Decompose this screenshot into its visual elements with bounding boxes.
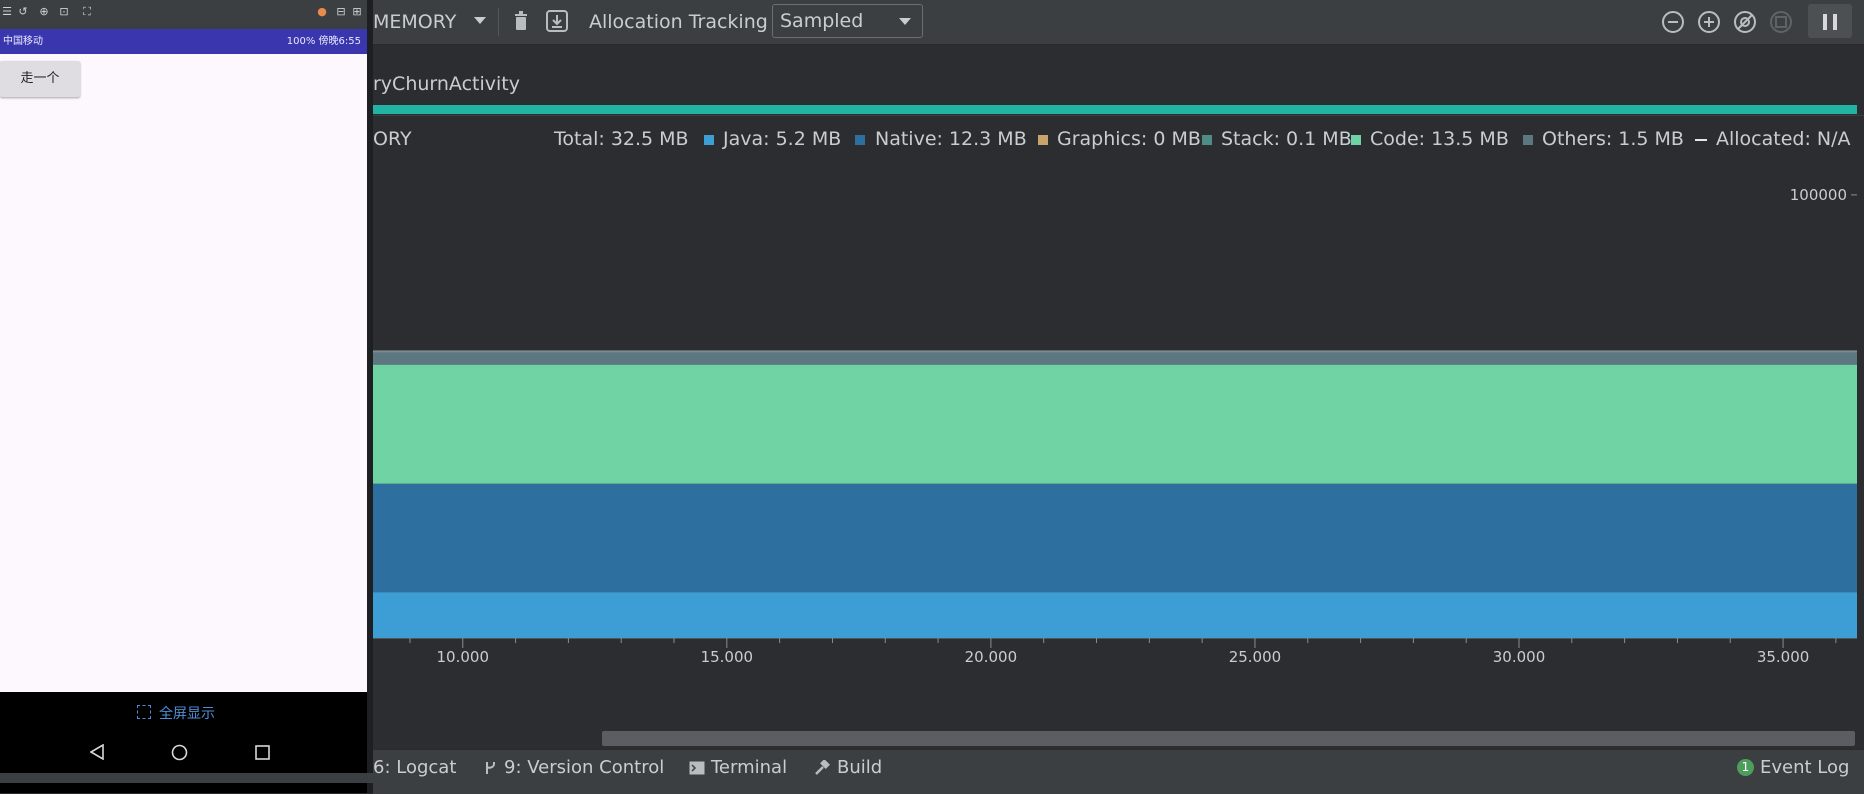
build-tab[interactable]: Build [837, 750, 882, 786]
x-tick-label: 15.000 [701, 648, 754, 666]
legend-stack: Stack: 0.1 MB [1221, 128, 1352, 150]
memory-profiler-label[interactable]: MEMORY [373, 0, 456, 44]
legend-total: Total: 32.5 MB [554, 128, 689, 150]
fullscreen-icon[interactable]: ⛶ [80, 5, 94, 19]
logcat-tab[interactable]: 6: Logcat [373, 750, 456, 786]
allocation-tracking-label: Allocation Tracking [589, 11, 768, 33]
timeline-scroll-thumb[interactable] [602, 731, 1855, 746]
zoom-icon[interactable]: ⊕ [37, 5, 51, 19]
x-tick-label: 35.000 [1757, 648, 1810, 666]
nav-home-icon[interactable] [171, 744, 188, 765]
expand-icon [137, 705, 151, 719]
rotate-icon[interactable]: ↺ [16, 5, 30, 19]
phone-status-bar: 中国移动 100% 傍晚6:55 [0, 29, 367, 54]
legend-others: Others: 1.5 MB [1542, 128, 1684, 150]
y-tick-label: 100000 [1790, 186, 1847, 204]
event-count-badge: 1 [1737, 759, 1754, 776]
sampled-value: Sampled [780, 10, 864, 32]
menu-icon[interactable]: ☰ [0, 5, 14, 19]
legend-java: Java: 5.2 MB [723, 128, 842, 150]
nav-recent-icon[interactable] [255, 745, 270, 764]
legend-code: Code: 13.5 MB [1370, 128, 1509, 150]
event-log-tab[interactable]: Event Log [1760, 750, 1849, 786]
area-others [373, 351, 1857, 365]
app-screen [0, 54, 367, 692]
nav-back-icon[interactable] [89, 743, 104, 764]
fullscreen-link[interactable]: 全屏显示 [137, 704, 257, 724]
phone-bottom-strip [0, 773, 373, 783]
legend-swatch-code [1351, 135, 1361, 145]
pause-button[interactable] [1808, 4, 1852, 38]
fullscreen-label: 全屏显示 [159, 706, 215, 722]
status-right: 100% 傍晚6:55 [286, 36, 361, 47]
chevron-down-icon [899, 18, 911, 25]
activity-label: ryChurnActivity [373, 73, 520, 95]
memory-chart-svg: 1000005000010.00015.00020.00025.00030.00… [373, 155, 1857, 666]
area-java [373, 592, 1857, 638]
reset-zoom-icon[interactable] [1733, 10, 1757, 34]
chevron-down-icon[interactable] [474, 17, 486, 24]
toolbar-divider [498, 8, 499, 36]
version-control-icon [483, 760, 497, 780]
terminal-icon [689, 760, 705, 779]
activity-timeline-bar[interactable] [373, 105, 1857, 114]
trash-icon[interactable] [511, 10, 531, 34]
zoom-in-icon[interactable] [1697, 10, 1721, 34]
go-button[interactable]: 走一个 [0, 61, 80, 97]
legend-allocated: Allocated: N/A [1716, 128, 1851, 150]
zoom-out-icon[interactable] [1661, 10, 1685, 34]
memory-legend: ORY Total: 32.5 MB Java: 5.2 MB Native: … [373, 115, 1864, 156]
x-tick-label: 25.000 [1229, 648, 1282, 666]
legend-swatch-others [1523, 135, 1533, 145]
terminal-tab[interactable]: Terminal [711, 750, 787, 786]
legend-graphics: Graphics: 0 MB [1057, 128, 1201, 150]
attach-live-icon[interactable] [1769, 10, 1793, 34]
carrier-label: 中国移动 [3, 36, 43, 47]
x-tick-label: 30.000 [1493, 648, 1546, 666]
grid-icon[interactable]: ⊞ [350, 5, 364, 19]
legend-swatch-allocated [1695, 139, 1707, 143]
version-control-tab[interactable]: 9: Version Control [504, 750, 664, 786]
build-icon [814, 759, 830, 780]
allocation-tracking-select[interactable]: Sampled [772, 4, 923, 38]
tool-window-bar: 6: Logcat 9: Version Control Terminal Bu… [373, 749, 1864, 794]
pause-icon [1823, 14, 1827, 30]
legend-native: Native: 12.3 MB [875, 128, 1027, 150]
legend-title: ORY [373, 128, 412, 150]
memory-chart[interactable]: 1000005000010.00015.00020.00025.00030.00… [373, 155, 1864, 705]
record-icon[interactable]: ● [315, 5, 329, 19]
area-code [373, 364, 1857, 484]
export-icon[interactable] [545, 9, 569, 33]
window-icon[interactable]: ⊟ [334, 5, 348, 19]
x-tick-label: 10.000 [437, 648, 490, 666]
mirror-toolbar: ☰ ↺ ⊕ ⊡ ⛶ ● ⊟ ⊞ [0, 0, 367, 29]
screenshot-icon[interactable]: ⊡ [57, 5, 71, 19]
activity-row: ryChurnActivity [373, 45, 1864, 104]
legend-swatch-native [855, 135, 865, 145]
x-tick-label: 20.000 [965, 648, 1018, 666]
legend-swatch-stack [1202, 135, 1212, 145]
area-native [373, 483, 1857, 593]
legend-swatch-graphics [1038, 135, 1048, 145]
legend-swatch-java [704, 135, 714, 145]
profiler-toolbar: MEMORY Allocation Tracking Sampled [373, 0, 1864, 45]
